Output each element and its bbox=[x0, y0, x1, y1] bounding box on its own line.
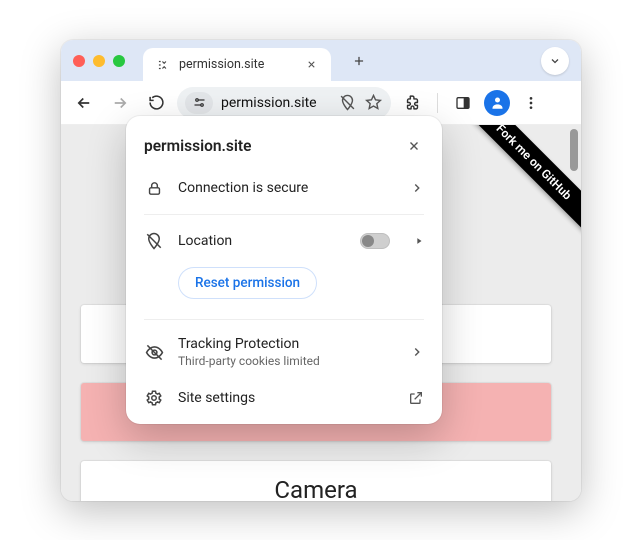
url-text: permission.site bbox=[221, 95, 329, 111]
location-blocked-icon[interactable] bbox=[337, 93, 357, 113]
toolbar-divider bbox=[437, 93, 438, 113]
connection-row[interactable]: Connection is secure bbox=[126, 168, 442, 208]
window-maximize-button[interactable] bbox=[113, 55, 125, 67]
chevron-right-icon[interactable] bbox=[414, 236, 424, 246]
window-minimize-button[interactable] bbox=[93, 55, 105, 67]
location-off-icon bbox=[144, 231, 164, 251]
browser-tab[interactable]: permission.site bbox=[143, 48, 331, 81]
reset-row: Reset permission bbox=[126, 261, 442, 313]
chevron-right-icon bbox=[410, 345, 424, 359]
site-settings-row[interactable]: Site settings bbox=[126, 378, 442, 418]
titlebar: permission.site bbox=[61, 40, 581, 81]
reset-permission-button[interactable]: Reset permission bbox=[178, 267, 317, 299]
scrollbar-thumb[interactable] bbox=[570, 129, 578, 171]
tracking-label: Tracking Protection bbox=[178, 336, 396, 352]
permission-button-camera[interactable]: Camera bbox=[81, 461, 551, 501]
forward-button[interactable] bbox=[105, 88, 135, 118]
location-row: Location bbox=[126, 221, 442, 261]
location-toggle[interactable] bbox=[360, 233, 390, 249]
lock-icon bbox=[144, 178, 164, 198]
extensions-button[interactable] bbox=[397, 88, 427, 118]
site-info-popover: permission.site Connection is secure Loc… bbox=[126, 116, 442, 424]
back-button[interactable] bbox=[69, 88, 99, 118]
tracking-row[interactable]: Tracking Protection Third-party cookies … bbox=[126, 326, 442, 378]
location-label: Location bbox=[178, 233, 346, 249]
external-link-icon bbox=[408, 390, 424, 406]
chevron-right-icon bbox=[410, 181, 424, 195]
menu-button[interactable] bbox=[516, 88, 546, 118]
gear-icon bbox=[144, 388, 164, 408]
divider bbox=[144, 214, 424, 215]
eye-off-icon bbox=[144, 342, 164, 362]
profile-button[interactable] bbox=[484, 90, 510, 116]
popover-title: permission.site bbox=[144, 137, 251, 155]
divider bbox=[144, 319, 424, 320]
address-bar[interactable]: permission.site bbox=[177, 87, 391, 119]
reload-button[interactable] bbox=[141, 88, 171, 118]
connection-label: Connection is secure bbox=[178, 180, 396, 196]
tab-title: permission.site bbox=[179, 57, 295, 72]
settings-label: Site settings bbox=[178, 390, 394, 406]
github-ribbon[interactable]: Fork me on GitHub bbox=[458, 125, 581, 238]
popover-close-button[interactable] bbox=[404, 136, 424, 156]
tab-close-button[interactable] bbox=[303, 57, 319, 73]
tab-favicon-icon bbox=[155, 57, 171, 73]
sidepanel-button[interactable] bbox=[448, 88, 478, 118]
window-controls bbox=[73, 55, 125, 67]
tab-overflow-button[interactable] bbox=[541, 47, 569, 75]
site-info-button[interactable] bbox=[185, 92, 213, 114]
window-close-button[interactable] bbox=[73, 55, 85, 67]
new-tab-button[interactable] bbox=[345, 47, 373, 75]
bookmark-button[interactable] bbox=[363, 93, 383, 113]
tracking-subtext: Third-party cookies limited bbox=[178, 354, 396, 368]
